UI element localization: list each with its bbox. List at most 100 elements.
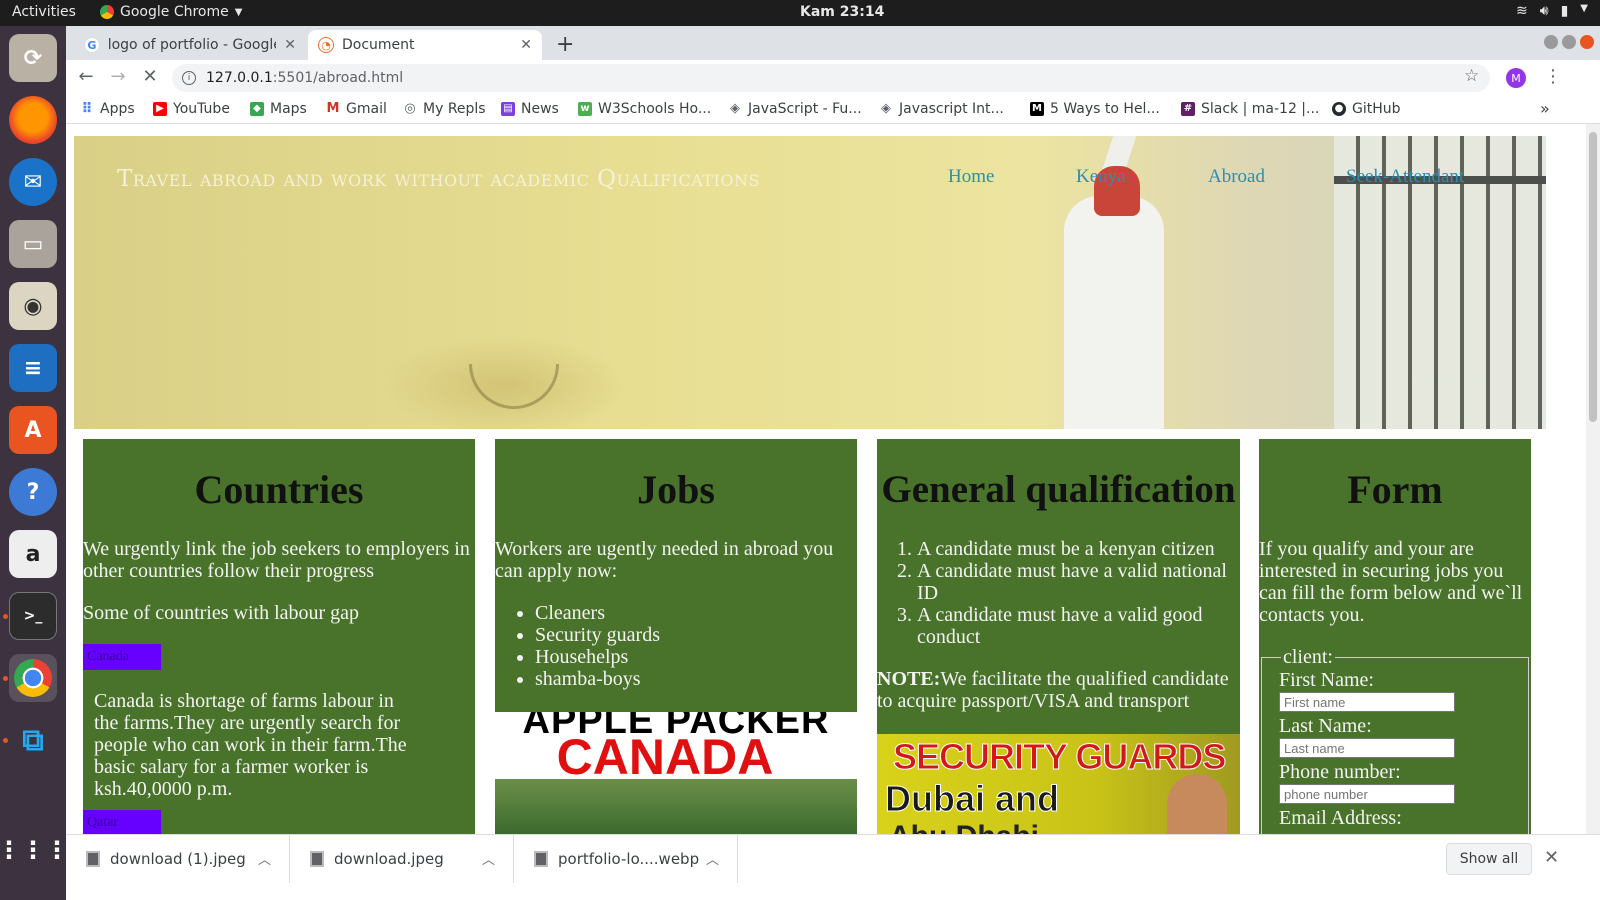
bookmark-label: Slack | ma-12 |... (1201, 101, 1320, 117)
clock[interactable]: Kam 23:14 (800, 4, 884, 20)
activities-button[interactable]: Activities (12, 4, 76, 20)
download-item[interactable]: portfolio-lo....webp ︿ (514, 835, 738, 883)
chevron-up-icon[interactable]: ︿ (482, 849, 495, 868)
app-menu[interactable]: Google Chrome ▼ (100, 4, 242, 20)
bookmark-gmail[interactable]: M Gmail (326, 101, 387, 117)
kebab-menu-icon[interactable]: ⋮ (1544, 66, 1562, 87)
show-all-button[interactable]: Show all (1446, 843, 1532, 875)
nav-link-kenya[interactable]: Kenya (1076, 166, 1126, 188)
system-top-bar: Activities Google Chrome ▼ Kam 23:14 ≋ 🔊… (0, 0, 1600, 26)
download-item[interactable]: download.jpeg ︿ (290, 835, 514, 883)
files-icon[interactable]: ▭ (9, 220, 57, 268)
bookmark-label: GitHub (1352, 101, 1401, 117)
diamond-icon: ◈ (730, 101, 740, 116)
list-item: Cleaners (535, 602, 857, 624)
bookmark-5-ways[interactable]: M 5 Ways to Hel... (1030, 101, 1160, 117)
thunderbird-icon[interactable]: ✉ (9, 158, 57, 206)
terminal-icon[interactable]: >_ (9, 592, 57, 640)
chevron-up-icon[interactable]: ︿ (258, 849, 271, 868)
download-item[interactable]: download (1).jpeg ︿ (66, 835, 290, 883)
scrollbar-thumb[interactable] (1589, 132, 1597, 422)
github-icon: ● (1332, 102, 1346, 116)
chrome-icon (14, 659, 52, 697)
ubuntu-software-icon[interactable]: A (9, 406, 57, 454)
nav-link-abroad[interactable]: Abroad (1208, 166, 1265, 188)
bookmark-label: News (521, 101, 559, 117)
help-icon[interactable]: ? (9, 468, 57, 516)
nav-link-seek-attendant[interactable]: Seek-Attendant (1346, 166, 1464, 188)
bookmark-maps[interactable]: ◆ Maps (250, 101, 307, 117)
bookmark-github[interactable]: ● GitHub (1332, 101, 1401, 117)
countries-intro: We urgently link the job seekers to empl… (83, 538, 470, 582)
phone-input[interactable] (1279, 784, 1455, 804)
page-favicon-icon: ◔ (318, 37, 334, 53)
close-icon[interactable]: ✕ (284, 37, 296, 53)
back-arrow-icon[interactable]: ← (74, 66, 98, 87)
first-name-label: First Name: (1279, 669, 1374, 691)
bookmark-w3schools[interactable]: w W3Schools Ho... (578, 101, 711, 117)
page-scrollbar[interactable] (1586, 124, 1600, 852)
bookmark-slack[interactable]: # Slack | ma-12 |... (1181, 101, 1319, 117)
qualification-list: A candidate must be a kenyan citizen A c… (877, 538, 1240, 648)
canada-description: Canada is shortage of farms labour in th… (94, 690, 407, 800)
chevron-up-icon[interactable]: ︿ (706, 849, 719, 868)
vscode-icon[interactable]: ⧉ (9, 716, 57, 764)
chevron-down-icon: ▼ (234, 6, 243, 18)
close-icon[interactable]: ✕ (520, 37, 532, 53)
image-text-line2: Dubai and (884, 778, 1060, 820)
info-icon[interactable]: i (182, 71, 196, 85)
bookmark-youtube[interactable]: ▶ YouTube (153, 101, 230, 117)
libreoffice-writer-icon[interactable]: ≡ (9, 344, 57, 392)
bookmark-label: Gmail (346, 101, 387, 117)
minimize-icon[interactable] (1544, 35, 1558, 49)
maximize-icon[interactable] (1562, 35, 1576, 49)
medium-icon: M (1030, 102, 1044, 116)
bookmark-label: 5 Ways to Hel... (1050, 101, 1160, 117)
tab-document[interactable]: ◔ Document ✕ (308, 30, 542, 60)
countries-column: Countries We urgently link the job seeke… (83, 439, 475, 852)
bookmark-javascript-fu[interactable]: ◈ JavaScript - Fu... (728, 101, 862, 117)
software-updater-icon[interactable]: ⟳ (9, 34, 57, 82)
show-apps-icon[interactable]: ⋮⋮⋮ (0, 826, 69, 874)
page-viewport: Travel abroad and work without academic … (66, 124, 1600, 852)
canada-toggle-button[interactable]: Canada (83, 644, 161, 670)
browser-window: G logo of portfolio - Google ✕ ◔ Documen… (66, 26, 1600, 900)
list-item: A candidate must have a valid national I… (917, 560, 1230, 604)
new-tab-button[interactable]: + (556, 32, 574, 57)
stop-loading-icon[interactable]: ✕ (138, 66, 162, 87)
chrome-dock-icon[interactable] (9, 654, 57, 702)
system-tray[interactable]: ≋ 🔊︎ ▮ ▼ (1516, 3, 1588, 19)
news-icon: ▤ (501, 102, 515, 116)
slack-icon: # (1181, 102, 1195, 116)
nav-link-home[interactable]: Home (948, 166, 994, 188)
forward-arrow-icon[interactable]: → (106, 66, 130, 87)
qatar-toggle-button[interactable]: Qatar (83, 810, 161, 836)
w3schools-icon: w (578, 102, 592, 116)
bookmark-star-icon[interactable]: ☆ (1464, 66, 1479, 86)
last-name-input[interactable] (1279, 738, 1455, 758)
download-filename: download.jpeg (334, 850, 444, 868)
rhythmbox-icon[interactable]: ◉ (9, 282, 57, 330)
bookmark-my-repls[interactable]: ◎ My Repls (403, 101, 485, 117)
profile-avatar[interactable]: M (1506, 68, 1526, 88)
first-name-input[interactable] (1279, 692, 1455, 712)
chevron-right-icon[interactable]: » (1540, 99, 1550, 118)
image-file-icon (310, 851, 324, 867)
amazon-icon[interactable]: a (9, 530, 57, 578)
bookmark-apps[interactable]: ⠿ Apps (80, 101, 135, 117)
bookmark-label: W3Schools Ho... (598, 101, 712, 117)
firefox-icon[interactable] (9, 96, 57, 144)
download-shelf: download (1).jpeg ︿ download.jpeg ︿ port… (66, 834, 1600, 883)
site-title: Travel abroad and work without academic … (117, 166, 760, 192)
bookmark-news[interactable]: ▤ News (501, 101, 559, 117)
close-icon[interactable]: ✕ (1544, 847, 1559, 868)
tab-logo-of-portfolio[interactable]: G logo of portfolio - Google ✕ (74, 30, 306, 60)
gmail-icon: M (326, 101, 340, 116)
tab-strip: G logo of portfolio - Google ✕ ◔ Documen… (66, 26, 1600, 60)
address-bar[interactable]: i 127.0.0.1:5501/abroad.html (172, 64, 1490, 92)
close-window-icon[interactable] (1580, 35, 1594, 49)
hero-photo-detail (469, 364, 559, 409)
bookmark-javascript-int[interactable]: ◈ Javascript Int... (879, 101, 1004, 117)
hero-banner: Travel abroad and work without academic … (74, 136, 1546, 429)
tab-title: logo of portfolio - Google (107, 37, 277, 53)
